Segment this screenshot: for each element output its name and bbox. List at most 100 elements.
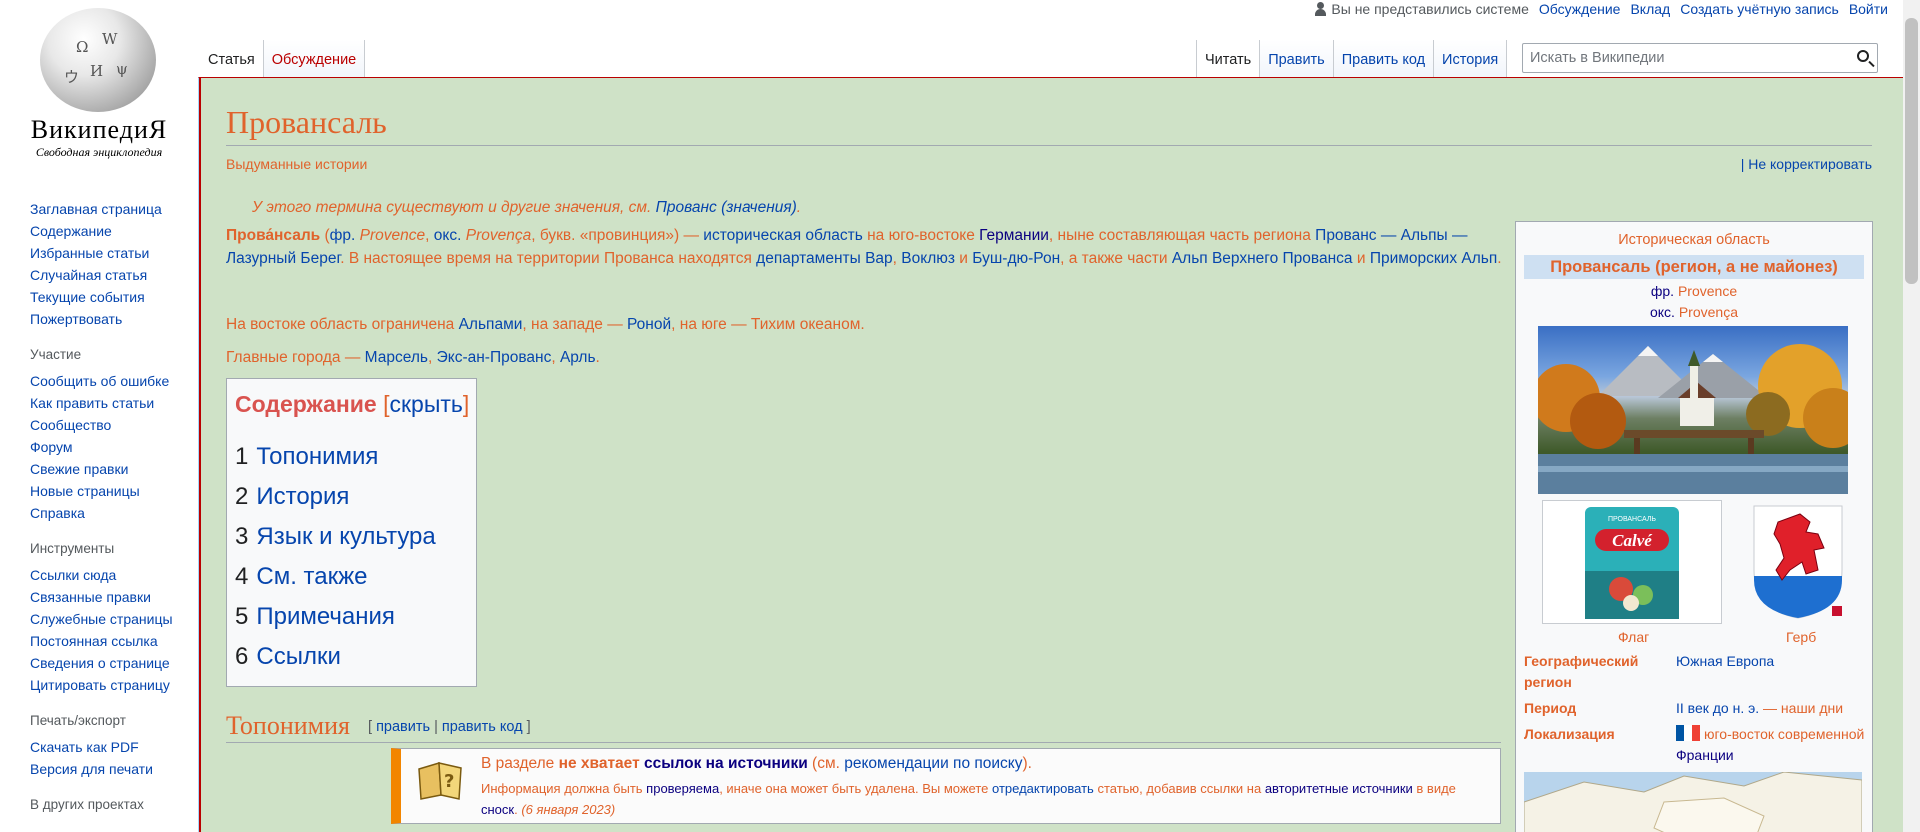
- wikipedia-logo[interactable]: ΩW Иウψ ВикипедиЯ Свободная энциклопедия: [0, 0, 198, 165]
- toc-toggle-button[interactable]: скрыть: [389, 391, 462, 417]
- tab-article[interactable]: Статья: [200, 40, 264, 78]
- link-historical-region[interactable]: историческая область: [703, 227, 863, 244]
- link-germany[interactable]: Германии: [979, 227, 1049, 244]
- flag-image[interactable]: Calvé ПРОВАНСАЛЬ: [1542, 500, 1722, 624]
- toc-bracket-close: ]: [462, 391, 470, 417]
- hatnote-link[interactable]: Прованс (значения): [656, 199, 797, 216]
- oc-abbr-link[interactable]: окс.: [434, 227, 462, 244]
- sidebar-item-report-error[interactable]: Сообщить об ошибке: [30, 370, 190, 392]
- link-alpes-haute-provence[interactable]: Альп Верхнего Прованса: [1172, 250, 1353, 267]
- no-correct-link[interactable]: | Не корректировать: [1741, 156, 1872, 172]
- category-link[interactable]: Выдуманные истории: [226, 156, 367, 172]
- sidebar-item-printable[interactable]: Версия для печати: [30, 758, 190, 780]
- sidebar-item-main-page[interactable]: Заглавная страница: [30, 198, 190, 220]
- sidebar-item-page-info[interactable]: Сведения о странице: [30, 652, 190, 674]
- flag-caption[interactable]: Флаг: [1618, 629, 1649, 645]
- create-account-link[interactable]: Создать учётную запись: [1680, 0, 1839, 18]
- infobox-label: Период: [1524, 700, 1577, 716]
- toc-item[interactable]: 3 Язык и культура: [235, 523, 436, 551]
- sidebar-item-current-events[interactable]: Текущие события: [30, 286, 190, 308]
- search-input[interactable]: [1528, 44, 1832, 72]
- section-edit-code-link[interactable]: править код: [442, 719, 523, 735]
- notice-search-tips-link[interactable]: рекомендации по поиску: [844, 755, 1022, 772]
- scrollbar-thumb[interactable]: [1905, 18, 1918, 284]
- notice-sources-link[interactable]: ссылок на источники: [644, 755, 808, 772]
- personal-contributions-link[interactable]: Вклад: [1630, 0, 1670, 18]
- infobox-fr-abbr[interactable]: фр.: [1651, 283, 1674, 299]
- sidebar-item-new-pages[interactable]: Новые страницы: [30, 480, 190, 502]
- link-marseille[interactable]: Марсель: [365, 349, 428, 366]
- sidebar-item-donate[interactable]: Пожертвовать: [30, 308, 190, 330]
- tab-talk[interactable]: Обсуждение: [263, 40, 366, 78]
- sidebar-item-help[interactable]: Справка: [30, 502, 190, 524]
- infobox-period-link[interactable]: II век до н. э.: [1676, 700, 1759, 716]
- sidebar-item-related-changes[interactable]: Связанные правки: [30, 586, 190, 608]
- link-vaucluse[interactable]: Воклюз: [901, 250, 955, 267]
- sidebar-heading-participation: Участие: [30, 347, 82, 362]
- text-run: , а также части: [1060, 250, 1172, 267]
- notice-footnotes-link[interactable]: сноск: [481, 802, 514, 817]
- section-divider: [226, 742, 1501, 743]
- toc-item[interactable]: 6 Ссылки: [235, 643, 341, 671]
- link-arles[interactable]: Арль: [560, 349, 596, 366]
- sidebar-item-cite-page[interactable]: Цитировать страницу: [30, 674, 190, 696]
- sidebar-item-contents[interactable]: Содержание: [30, 220, 190, 242]
- notice-edit-link[interactable]: отредактировать: [992, 781, 1094, 796]
- tab-edit[interactable]: Править: [1260, 40, 1334, 78]
- text-run: , ныне составляющая часть региона: [1048, 227, 1316, 244]
- sidebar-item-what-links-here[interactable]: Ссылки сюда: [30, 564, 190, 586]
- lead-bold-title: Прова́нсаль: [226, 227, 321, 244]
- link-aix[interactable]: Экс-ан-Прованс: [437, 349, 552, 366]
- notice-date: (6 января 2023): [521, 802, 616, 817]
- sidebar-item-recent-changes[interactable]: Свежие правки: [30, 458, 190, 480]
- sidebar-nav: Заглавная страница Содержание Избранные …: [30, 198, 190, 330]
- infobox-oc-abbr[interactable]: окс.: [1650, 304, 1675, 320]
- coat-caption[interactable]: Герб: [1786, 629, 1816, 645]
- notice-text: (см.: [807, 755, 845, 772]
- infobox: Историческая область Провансаль (регион,…: [1515, 221, 1873, 832]
- notice-body: Информация должна быть проверяема, иначе…: [481, 778, 1491, 820]
- tab-edit-source[interactable]: Править код: [1333, 40, 1435, 78]
- user-icon: [1313, 2, 1327, 16]
- personal-talk-link[interactable]: Обсуждение: [1539, 0, 1621, 18]
- map-illustration: [1524, 772, 1862, 832]
- section-edit-link[interactable]: править: [376, 719, 430, 735]
- sidebar-item-featured[interactable]: Избранные статьи: [30, 242, 190, 264]
- sidebar-item-how-to-edit[interactable]: Как править статьи: [30, 392, 190, 414]
- sidebar-item-random[interactable]: Случайная статья: [30, 264, 190, 286]
- sidebar-item-permanent-link[interactable]: Постоянная ссылка: [30, 630, 190, 652]
- link-alpes-maritimes[interactable]: Приморских Альп: [1370, 250, 1497, 267]
- tab-history[interactable]: История: [1434, 40, 1508, 78]
- tab-read[interactable]: Читать: [1196, 40, 1261, 78]
- toc-item[interactable]: 1 Топонимия: [235, 443, 378, 471]
- sidebar-item-forum[interactable]: Форум: [30, 436, 190, 458]
- infobox-france-link[interactable]: Франции: [1676, 747, 1734, 763]
- text-run: , букв. «провинция») —: [531, 227, 704, 244]
- toc-item[interactable]: 5 Примечания: [235, 603, 395, 631]
- toc-item[interactable]: 4 См. также: [235, 563, 368, 591]
- calve-small-text: ПРОВАНСАЛЬ: [1608, 516, 1656, 523]
- fr-abbr-link[interactable]: фр.: [330, 227, 356, 244]
- link-alps[interactable]: Альпами: [459, 316, 523, 333]
- infobox-lang-fr: фр. Provence: [1516, 283, 1872, 299]
- login-link[interactable]: Войти: [1849, 0, 1888, 18]
- coat-of-arms-image[interactable]: [1748, 500, 1848, 624]
- link-rhone[interactable]: Роной: [627, 316, 671, 333]
- toc-item[interactable]: 2 История: [235, 483, 349, 511]
- sidebar-item-special-pages[interactable]: Служебные страницы: [30, 608, 190, 630]
- text-run: , на западе —: [522, 316, 628, 333]
- infobox-value-link[interactable]: Южная Европа: [1676, 651, 1866, 672]
- content-area: Провансаль Выдуманные истории | Не корре…: [198, 77, 1906, 832]
- landscape-photo[interactable]: [1538, 326, 1848, 494]
- toc-number: 6: [235, 643, 249, 670]
- location-map[interactable]: [1524, 772, 1862, 832]
- sidebar-item-community[interactable]: Сообщество: [30, 414, 190, 436]
- link-bouches-du-rhone[interactable]: Буш-дю-Рон: [972, 250, 1060, 267]
- link-departments[interactable]: департаменты: [756, 250, 861, 267]
- page-scrollbar[interactable]: [1903, 0, 1920, 832]
- search-icon[interactable]: [1857, 50, 1869, 62]
- sidebar-item-download-pdf[interactable]: Скачать как PDF: [30, 736, 190, 758]
- notice-reliable-sources-link[interactable]: авторитетные источники: [1265, 781, 1413, 796]
- link-var[interactable]: Вар: [865, 250, 893, 267]
- notice-verifiable-link[interactable]: проверяема: [646, 781, 719, 796]
